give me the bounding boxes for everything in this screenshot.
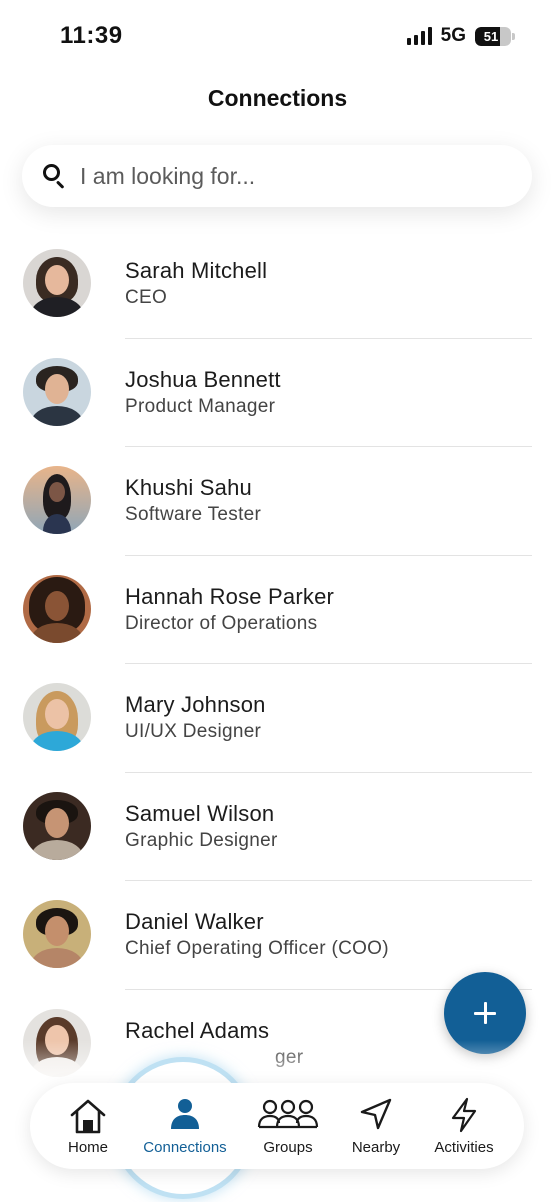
lightning-icon — [451, 1097, 477, 1133]
search-bar[interactable] — [22, 145, 532, 207]
contact-role: Product Manager — [125, 395, 276, 417]
nav-label: Connections — [143, 1139, 227, 1156]
contact-list: Sarah Mitchell CEO Joshua Bennett Produc… — [0, 230, 555, 1098]
nav-item-connections[interactable]: Connections — [133, 1083, 237, 1169]
nav-item-groups[interactable]: Groups — [253, 1083, 323, 1169]
avatar — [23, 791, 91, 860]
contact-role: UI/UX Designer — [125, 721, 262, 742]
contact-name: Mary Johnson — [125, 692, 266, 717]
navigation-arrow-icon — [360, 1098, 392, 1130]
nav-label: Activities — [434, 1139, 494, 1156]
contact-name: Samuel Wilson — [125, 800, 275, 826]
battery-level: 51 — [483, 28, 499, 44]
nav-label: Groups — [263, 1139, 313, 1156]
contact-role: Software Tester — [125, 504, 262, 525]
page-title: Connections — [207, 85, 348, 111]
contact-name: Hannah Rose Parker — [125, 583, 335, 609]
person-icon — [171, 1099, 199, 1129]
contact-name: Joshua Bennett — [125, 366, 281, 392]
contact-row[interactable]: Joshua Bennett Product Manager — [0, 339, 555, 447]
nav-item-activities[interactable]: Activities — [427, 1083, 501, 1169]
status-bar: 11:39 5G 51 — [0, 0, 555, 74]
search-input[interactable] — [80, 145, 532, 207]
avatar — [23, 683, 91, 751]
nav-item-home[interactable]: Home — [55, 1083, 121, 1169]
avatar — [23, 357, 91, 426]
bottom-navigation: Home Connections Groups Nearby Activitie… — [30, 1083, 524, 1169]
contact-row[interactable]: Samuel Wilson Graphic Designer — [0, 773, 555, 881]
search-icon — [42, 163, 68, 189]
avatar — [23, 574, 91, 643]
nav-item-nearby[interactable]: Nearby — [343, 1083, 409, 1169]
status-time: 11:39 — [60, 22, 123, 49]
contact-role: Graphic Designer — [125, 829, 278, 851]
contact-row[interactable]: Khushi Sahu Software Tester — [0, 447, 555, 556]
plus-icon — [474, 1002, 496, 1024]
contact-name: Khushi Sahu — [125, 475, 252, 500]
contact-role: Director of Operations — [125, 612, 318, 634]
avatar — [23, 466, 91, 534]
signal-icon — [406, 27, 432, 45]
groups-icon — [257, 1099, 319, 1129]
contact-row[interactable]: Hannah Rose Parker Director of Operation… — [0, 556, 555, 664]
contact-role: Chief Operating Officer (COO) — [125, 938, 389, 959]
nav-label: Nearby — [351, 1139, 401, 1156]
nav-label: Home — [67, 1139, 108, 1156]
contact-name: Sarah Mitchell — [125, 258, 268, 283]
avatar — [23, 900, 91, 968]
battery-icon: 51 — [475, 26, 515, 46]
contact-name: Daniel Walker — [125, 909, 264, 934]
contact-row[interactable]: Sarah Mitchell CEO — [0, 230, 555, 339]
status-indicators: 5G 51 — [406, 25, 515, 47]
avatar — [23, 249, 91, 317]
contact-row[interactable]: Mary Johnson UI/UX Designer — [0, 664, 555, 773]
home-icon — [70, 1099, 106, 1134]
network-label: 5G — [440, 25, 466, 46]
contact-role: CEO — [125, 287, 168, 308]
